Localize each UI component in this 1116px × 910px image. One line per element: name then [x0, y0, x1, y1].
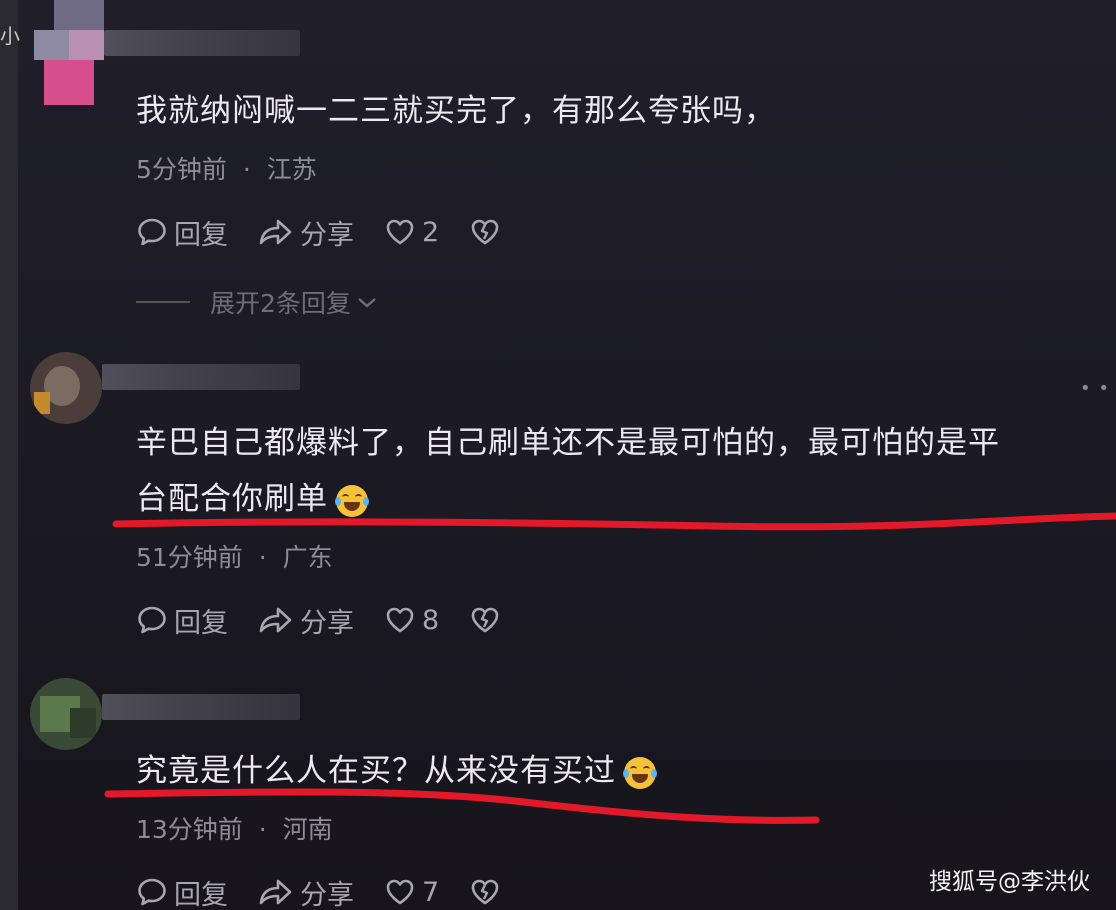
broken-heart-icon [471, 219, 499, 245]
share-button[interactable]: 分享 [258, 213, 354, 252]
meta-separator: · [258, 815, 267, 844]
share-button[interactable]: 分享 [258, 601, 354, 640]
comment-text: 我就纳闷喊一二三就买完了，有那么夸张吗， [136, 93, 776, 129]
comment-actions: 回复 分享 2 [136, 212, 537, 252]
comment-icon [138, 878, 166, 906]
heart-icon [386, 219, 414, 245]
like-button[interactable]: 8 [384, 604, 439, 636]
expand-label: 展开2条回复 [210, 289, 351, 318]
username[interactable] [102, 694, 300, 720]
like-button[interactable]: 7 [384, 876, 439, 908]
meta-separator: · [242, 155, 251, 184]
comment-icon [138, 218, 166, 246]
reply-label: 回复 [174, 879, 228, 910]
username[interactable] [102, 364, 300, 390]
comment-text-line-1: 辛巴自己都爆料了，自己刷单还不是最可怕的，最可怕的是平 [136, 425, 1000, 461]
comment-time: 51分钟前 [136, 543, 243, 572]
like-count: 2 [422, 216, 440, 248]
left-edge: 小 [0, 0, 20, 910]
comment-meta: 13分钟前 · 河南 [136, 810, 333, 846]
like-count: 7 [422, 876, 440, 908]
heart-icon [386, 879, 414, 905]
like-count: 8 [422, 604, 440, 636]
share-label: 分享 [300, 607, 354, 639]
username[interactable] [104, 30, 300, 56]
dislike-button[interactable] [469, 604, 507, 636]
dislike-button[interactable] [469, 216, 507, 248]
reply-label: 回复 [174, 219, 228, 251]
comment-location: 河南 [282, 815, 333, 844]
reply-button[interactable]: 回复 [136, 601, 228, 640]
comment-meta: 5分钟前 · 江苏 [136, 150, 317, 186]
highlight-underline [112, 512, 1116, 531]
broken-heart-icon [471, 879, 499, 905]
share-icon [259, 879, 292, 905]
meta-separator: · [258, 543, 267, 572]
comment-time: 13分钟前 [136, 815, 243, 844]
broken-heart-icon [471, 607, 499, 633]
share-icon [259, 607, 292, 633]
comment-actions: 回复 分享 7 [136, 872, 537, 910]
expand-replies-button[interactable]: 展开2条回复 [136, 284, 379, 320]
comment-screen: 小 我就纳闷喊一二三就买完了，有那么夸张吗， 5分钟前 · 江苏 回复 分享 2… [0, 0, 1116, 910]
comment-actions: 回复 分享 8 [136, 600, 537, 640]
comment-location: 江苏 [266, 155, 317, 184]
avatar[interactable] [30, 678, 102, 750]
dislike-button[interactable] [469, 876, 507, 908]
side-glyph: 小 [0, 24, 20, 48]
more-icon[interactable]: • • [1080, 378, 1110, 399]
comment-meta: 51分钟前 · 广东 [136, 538, 333, 574]
avatar[interactable] [34, 0, 104, 105]
share-label: 分享 [300, 879, 354, 910]
share-label: 分享 [300, 219, 354, 251]
comment-icon [138, 606, 166, 634]
chevron-down-icon [358, 298, 376, 308]
like-button[interactable]: 2 [384, 216, 439, 248]
watermark: 搜狐号@李洪伙 [929, 869, 1090, 895]
share-icon [259, 219, 292, 245]
share-button[interactable]: 分享 [258, 873, 354, 910]
comment-time: 5分钟前 [136, 155, 227, 184]
reply-button[interactable]: 回复 [136, 873, 228, 910]
heart-icon [386, 607, 414, 633]
reply-button[interactable]: 回复 [136, 213, 228, 252]
expand-line [136, 301, 190, 303]
reply-label: 回复 [174, 607, 228, 639]
comment-location: 广东 [282, 543, 333, 572]
avatar[interactable] [30, 352, 102, 424]
